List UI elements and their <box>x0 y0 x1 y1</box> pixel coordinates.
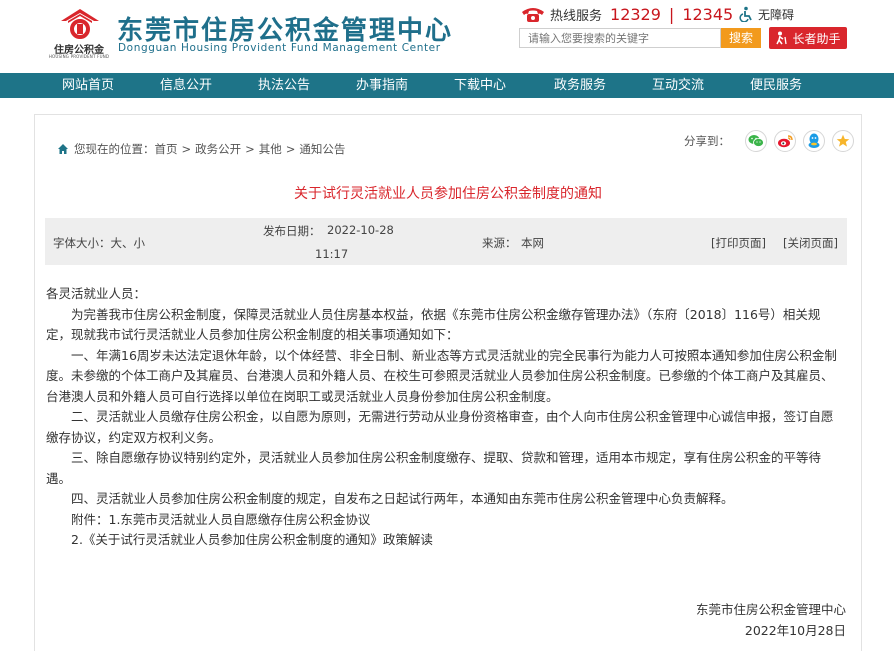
article-paragraph: 二、灵活就业人员缴存住房公积金，以自愿为原则，无需进行劳动从业身份资格审查，由个… <box>46 409 834 445</box>
elder-assistant-button[interactable]: 长者助手 <box>769 27 847 49</box>
nav-item-download[interactable]: 下载中心 <box>454 73 506 98</box>
article-paragraph: 一、年满16周岁未达法定退休年龄，以个体经营、非全日制、新业态等方式灵活就业的完… <box>46 347 837 404</box>
font-size-control: 字体大小：大、小 <box>53 235 145 251</box>
share-weibo-button[interactable] <box>774 130 796 152</box>
main-nav: 网站首页 信息公开 执法公告 办事指南 下载中心 政务服务 互动交流 便民服务 <box>0 73 894 98</box>
article-meta-bar: 字体大小：大、小 发布日期： 2022-10-28 11:17 来源： 本网 [… <box>45 218 847 265</box>
article-paragraph: 四、灵活就业人员参加住房公积金制度的规定，自发布之日起试行两年，本通知由东莞市住… <box>71 491 734 506</box>
nav-item-gov-services[interactable]: 政务服务 <box>554 73 606 98</box>
attachment-1-link[interactable]: 附件：1.东莞市灵活就业人员自愿缴存住房公积金协议 <box>46 510 842 531</box>
nav-item-interaction[interactable]: 互动交流 <box>652 73 704 98</box>
home-icon <box>58 144 68 154</box>
print-page-link[interactable]: [打印页面] <box>711 235 766 251</box>
article-body: 各灵活就业人员： 为完善我市住房公积金制度，保障灵活就业人员住房基本权益，依据《… <box>46 284 842 551</box>
weibo-icon <box>778 135 793 148</box>
share-bar: 分享到： <box>684 128 854 154</box>
site-header: 住房公积金 HOUSING PROVIDENT FUND 东莞市住房公积金管理中… <box>0 0 894 72</box>
logo-caption-en: HOUSING PROVIDENT FUND <box>48 54 110 59</box>
housing-fund-logo-icon[interactable] <box>58 8 102 42</box>
breadcrumb-separator: > <box>181 142 192 156</box>
breadcrumb-prefix: 您现在的位置： <box>74 142 155 156</box>
nav-item-enforcement[interactable]: 执法公告 <box>258 73 310 98</box>
article-paragraph: 三、除自愿缴存协议特别约定外，灵活就业人员参加住房公积金制度缴存、提取、贷款和管… <box>46 450 822 486</box>
nav-item-home[interactable]: 网站首页 <box>62 73 114 98</box>
signature-date: 2022年10月28日 <box>744 623 846 638</box>
article-title: 关于试行灵活就业人员参加住房公积金制度的通知 <box>294 186 602 202</box>
elder-assistant-label: 长者助手 <box>792 31 841 46</box>
accessibility-link[interactable]: 无障碍 <box>738 4 794 24</box>
close-page-link[interactable]: [关闭页面] <box>783 235 838 251</box>
publish-date: 2022-10-28 <box>327 223 394 237</box>
qq-icon <box>808 133 820 148</box>
hotline-12345: 12345 <box>682 4 734 24</box>
breadcrumb-notices[interactable]: 通知公告 <box>299 141 345 157</box>
wechat-icon <box>748 135 764 147</box>
hotline: 热线服务 12329 | 12345 <box>520 4 733 24</box>
site-title-en: Dongguan Housing Provident Fund Manageme… <box>118 42 441 54</box>
article-signature: 东莞市住房公积金管理中心 2022年10月28日 <box>600 599 846 641</box>
article-salutation: 各灵活就业人员： <box>46 286 147 301</box>
nav-item-guide[interactable]: 办事指南 <box>356 73 408 98</box>
source-label: 来源： <box>482 236 517 250</box>
share-label: 分享到： <box>684 134 730 148</box>
share-wechat-button[interactable] <box>745 130 767 152</box>
publish-date-label: 发布日期： <box>263 224 321 238</box>
search-input[interactable] <box>519 28 721 48</box>
signature-org: 东莞市住房公积金管理中心 <box>695 602 846 617</box>
source-value: 本网 <box>521 236 544 250</box>
share-qq-button[interactable] <box>803 130 825 152</box>
hotline-separator: | <box>668 4 675 24</box>
breadcrumb: 您现在的位置： 首页 > 政务公开 > 其他 > 通知公告 <box>57 142 345 156</box>
telephone-icon <box>522 8 544 22</box>
article-paragraph: 为完善我市住房公积金制度，保障灵活就业人员住房基本权益，依据《东莞市住房公积金缴… <box>46 306 821 343</box>
elder-icon <box>776 31 788 45</box>
hotline-label: 热线服务 <box>550 8 603 24</box>
wheelchair-icon <box>739 6 752 22</box>
breadcrumb-gov-affairs[interactable]: 政务公开 <box>195 141 241 157</box>
breadcrumb-separator: > <box>285 142 296 156</box>
publish-time: 11:17 <box>315 247 349 261</box>
font-size-options[interactable]: 大、小 <box>111 236 146 250</box>
breadcrumb-separator: > <box>245 142 255 156</box>
attachment-2-link[interactable]: 2.《关于试行灵活就业人员参加住房公积金制度的通知》政策解读 <box>46 530 842 551</box>
hotline-12329: 12329 <box>610 4 661 24</box>
breadcrumb-other[interactable]: 其他 <box>259 141 282 157</box>
accessibility-label: 无障碍 <box>758 7 795 22</box>
share-favorite-button[interactable] <box>832 130 854 152</box>
nav-item-info-disclosure[interactable]: 信息公开 <box>160 73 212 98</box>
breadcrumb-home[interactable]: 首页 <box>155 141 178 157</box>
star-icon <box>836 134 850 147</box>
nav-item-public-services[interactable]: 便民服务 <box>750 73 802 98</box>
search-button[interactable]: 搜索 <box>721 28 761 48</box>
font-size-label: 字体大小： <box>53 236 111 250</box>
